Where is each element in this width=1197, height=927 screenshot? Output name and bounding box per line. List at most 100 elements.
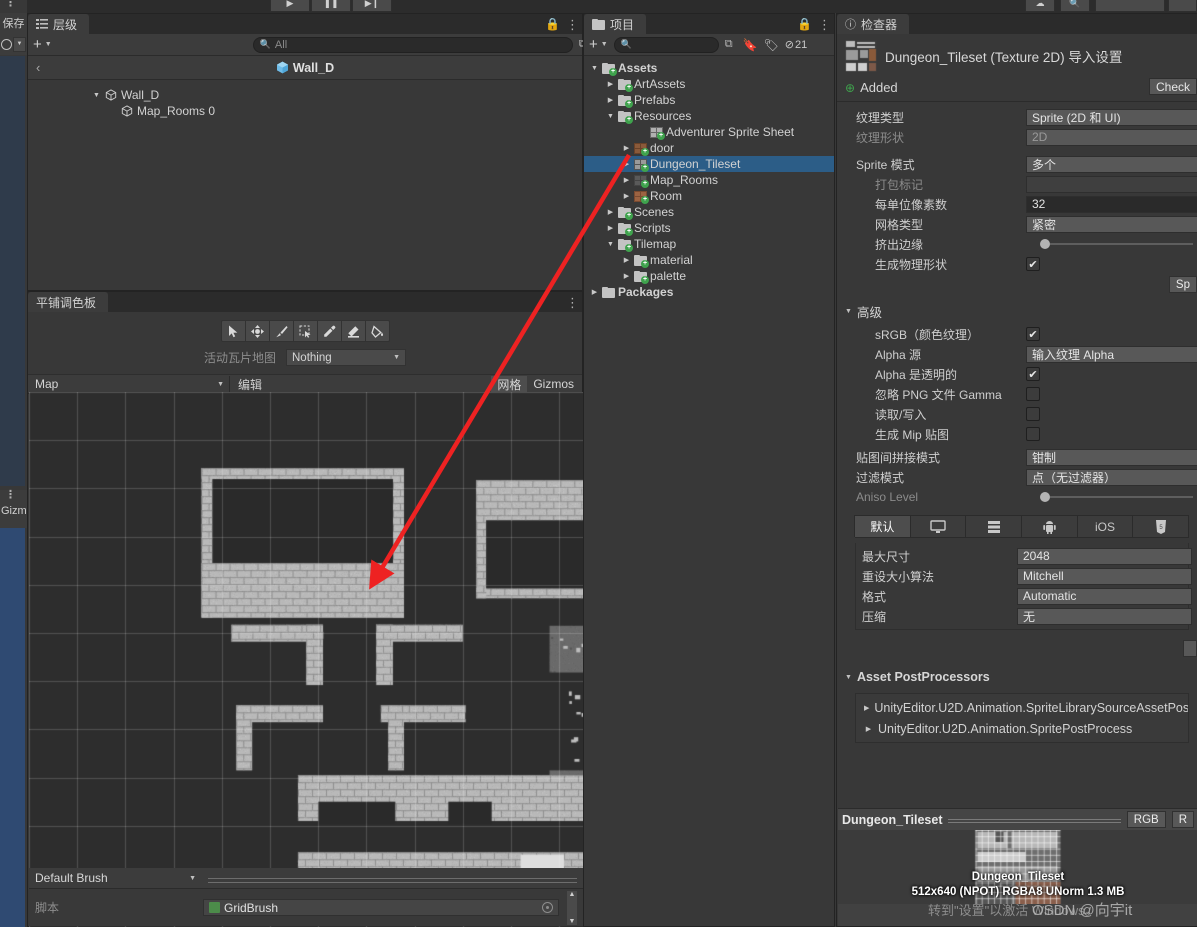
play-button[interactable]: ▶ bbox=[270, 0, 310, 12]
preview-r-button[interactable]: R bbox=[1172, 811, 1194, 828]
brush-tool-button[interactable] bbox=[269, 320, 294, 342]
revert-apply-button[interactable] bbox=[1183, 640, 1197, 657]
pivot-globe-icon[interactable] bbox=[1, 39, 12, 50]
expand-arrow-icon[interactable]: ▶ bbox=[606, 96, 615, 104]
platform-tab-android[interactable] bbox=[1021, 515, 1078, 537]
breadcrumb-back-icon[interactable]: ‹ bbox=[36, 60, 40, 75]
field-value[interactable] bbox=[1026, 176, 1197, 193]
expand-arrow-icon[interactable]: ▶ bbox=[606, 80, 615, 88]
field-checkbox[interactable]: ✔ bbox=[1026, 367, 1040, 381]
lock-icon[interactable]: 🔒 bbox=[797, 17, 812, 31]
label-icon[interactable]: 🏷 bbox=[764, 38, 779, 52]
scene-options-kebab[interactable]: ⋮ bbox=[5, 0, 16, 7]
palette-dropdown[interactable]: Map ▼ bbox=[30, 376, 230, 392]
expand-arrow-icon[interactable]: ▼ bbox=[606, 241, 615, 248]
project-tree-item[interactable]: ▶+Adventurer Sprite Sheet bbox=[584, 124, 834, 140]
postprocessors-foldout[interactable]: ▼ Asset PostProcessors bbox=[837, 665, 1197, 687]
field-checkbox[interactable] bbox=[1026, 387, 1040, 401]
palette-grid-canvas[interactable] bbox=[29, 392, 583, 927]
project-kebab[interactable]: ⋮ bbox=[818, 20, 828, 29]
field-value[interactable]: Sprite (2D 和 UI) bbox=[1026, 109, 1197, 126]
gizmos-tab-strip[interactable]: ⋮ Gizm bbox=[0, 490, 27, 528]
postprocessor-item[interactable]: ▶ UnityEditor.U2D.Animation.SpritePostPro… bbox=[856, 718, 1188, 739]
project-tree-item[interactable]: ▶ + door bbox=[584, 140, 834, 156]
project-tree-item[interactable]: ▼ + Assets bbox=[584, 60, 834, 76]
field-value[interactable]: 紧密 bbox=[1026, 216, 1197, 233]
expand-arrow-icon[interactable]: ▶ bbox=[622, 256, 631, 264]
advanced-foldout[interactable]: ▼ 高级 bbox=[837, 297, 1197, 324]
platform-tab-standalone[interactable] bbox=[910, 515, 967, 537]
field-value[interactable]: 输入纹理 Alpha bbox=[1026, 346, 1197, 363]
pause-button[interactable]: ❚❚ bbox=[311, 0, 351, 12]
preview-rgb-button[interactable]: RGB bbox=[1127, 811, 1166, 828]
expand-arrow-icon[interactable]: ▶ bbox=[622, 272, 631, 280]
field-value[interactable]: 2048 bbox=[1017, 548, 1192, 565]
project-search-input[interactable]: 🔍 bbox=[614, 37, 719, 53]
tab-project[interactable]: 项目 bbox=[584, 14, 646, 34]
select-tool-button[interactable] bbox=[221, 320, 246, 342]
expand-search-icon[interactable]: ⧉ bbox=[725, 38, 733, 51]
preview-body[interactable]: Dungeon_Tileset 512x640 (NPOT) RGBA8 UNo… bbox=[838, 830, 1197, 904]
platform-tab-ios[interactable]: iOS bbox=[1077, 515, 1134, 537]
expand-arrow-icon[interactable]: ▶ bbox=[606, 224, 615, 232]
layout-dropdown[interactable] bbox=[1168, 0, 1197, 12]
hierarchy-add-button[interactable]: + ▼ bbox=[33, 38, 52, 52]
project-add-button[interactable]: + ▼ bbox=[589, 38, 608, 52]
eraser-tool-button[interactable] bbox=[341, 320, 366, 342]
field-slider[interactable] bbox=[1026, 489, 1193, 506]
field-value[interactable]: 点（无过滤器） bbox=[1026, 469, 1197, 486]
hidden-items-toggle[interactable]: ⊘ 21 bbox=[785, 38, 807, 51]
game-view-sliver[interactable] bbox=[0, 528, 25, 927]
project-tree-item[interactable]: ▶ + ArtAssets bbox=[584, 76, 834, 92]
field-slider[interactable] bbox=[1026, 236, 1193, 253]
save-label[interactable]: 保存 bbox=[0, 13, 27, 33]
picker-tool-button[interactable] bbox=[317, 320, 342, 342]
project-tree-item[interactable]: ▶ + Prefabs bbox=[584, 92, 834, 108]
script-scrollbar[interactable]: ▲ ▼ bbox=[567, 891, 577, 925]
scene-view-sliver[interactable] bbox=[0, 56, 25, 486]
cloud-button[interactable]: ☁ bbox=[1025, 0, 1055, 12]
fill-tool-button[interactable] bbox=[365, 320, 390, 342]
field-checkbox[interactable] bbox=[1026, 427, 1040, 441]
field-value[interactable]: 多个 bbox=[1026, 156, 1197, 173]
expand-arrow-icon[interactable]: ▶ bbox=[590, 288, 599, 296]
lock-icon[interactable]: 🔒 bbox=[545, 17, 560, 31]
gizmo-kebab[interactable]: ⋮ bbox=[5, 492, 16, 499]
tab-inspector[interactable]: ⓘ 检查器 bbox=[837, 14, 909, 34]
move-tool-button[interactable] bbox=[245, 320, 270, 342]
field-value[interactable]: Mitchell bbox=[1017, 568, 1192, 585]
edit-button[interactable]: 编辑 bbox=[230, 376, 270, 393]
platform-tab-server[interactable] bbox=[965, 515, 1022, 537]
sprite-editor-button[interactable]: Sp bbox=[1169, 276, 1197, 293]
save-search-icon[interactable]: 🔖 bbox=[743, 38, 758, 52]
expand-arrow-icon[interactable]: ▼ bbox=[590, 65, 599, 72]
field-checkbox[interactable]: ✔ bbox=[1026, 257, 1040, 271]
field-value[interactable]: 32 bbox=[1026, 196, 1197, 213]
field-value[interactable]: 2D bbox=[1026, 129, 1197, 146]
expand-arrow-icon[interactable]: ▶ bbox=[622, 144, 631, 152]
check-button[interactable]: Check bbox=[1149, 78, 1197, 95]
hierarchy-item[interactable]: ▼ Wall_D bbox=[28, 87, 582, 103]
project-tree-item[interactable]: ▶ + material bbox=[584, 252, 834, 268]
script-object-field[interactable]: GridBrush bbox=[203, 899, 559, 916]
box-fill-tool-button[interactable] bbox=[293, 320, 318, 342]
project-tree-item[interactable]: ▶ + Map_Rooms bbox=[584, 172, 834, 188]
project-tree-item[interactable]: ▶ + Scenes bbox=[584, 204, 834, 220]
platform-tab-default[interactable]: 默认 bbox=[854, 515, 911, 537]
field-value[interactable]: Automatic bbox=[1017, 588, 1192, 605]
gizmos-toggle-button[interactable]: Gizmos bbox=[527, 376, 580, 392]
active-tilemap-dropdown[interactable]: Nothing ▼ bbox=[286, 349, 406, 366]
step-button[interactable]: ▶❙ bbox=[352, 0, 392, 12]
hierarchy-search-input[interactable]: 🔍 All bbox=[253, 37, 573, 53]
project-tree-item[interactable]: ▼ + Resources bbox=[584, 108, 834, 124]
project-tree-item[interactable]: ▶ + Room bbox=[584, 188, 834, 204]
project-tree-item[interactable]: ▶ + Dungeon_Tileset bbox=[584, 156, 834, 172]
object-picker-icon[interactable] bbox=[542, 902, 553, 913]
field-value[interactable]: 钳制 bbox=[1026, 449, 1197, 466]
palette-kebab[interactable]: ⋮ bbox=[566, 298, 576, 307]
expand-arrow-icon[interactable]: ▶ bbox=[622, 160, 631, 168]
expand-arrow-icon[interactable]: ▼ bbox=[606, 113, 615, 120]
expand-arrow-icon[interactable]: ▶ bbox=[622, 176, 631, 184]
project-tree-item[interactable]: ▶ + palette bbox=[584, 268, 834, 284]
layers-dropdown[interactable] bbox=[1095, 0, 1165, 12]
